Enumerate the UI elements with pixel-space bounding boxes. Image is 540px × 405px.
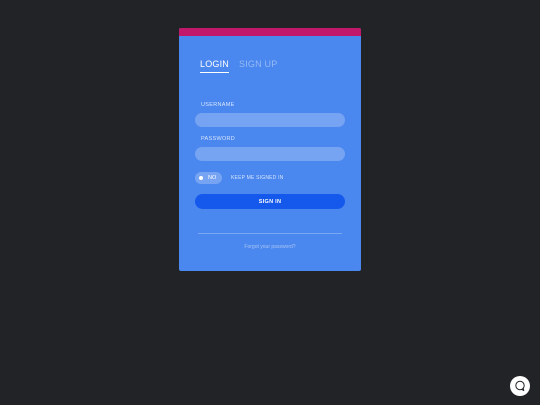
username-label: USERNAME (201, 102, 235, 108)
username-field[interactable] (195, 113, 345, 127)
chat-icon (515, 380, 525, 392)
card-top-bar (179, 28, 361, 36)
tab-signup[interactable]: SIGN UP (239, 59, 277, 73)
auth-tabs: LOGIN SIGN UP (200, 59, 277, 73)
password-label: PASSWORD (201, 136, 236, 142)
toggle-state-label: NO (208, 175, 217, 181)
keep-signed-in-label: KEEP ME SIGNED IN (231, 175, 284, 181)
sign-in-button[interactable]: SIGN IN (195, 194, 345, 209)
forgot-password-link[interactable]: Forgot your password? (179, 244, 361, 250)
login-card: LOGIN SIGN UP USERNAME PASSWORD NO KEEP … (179, 28, 361, 271)
password-field[interactable] (195, 147, 345, 161)
keep-signed-in-toggle[interactable]: NO (195, 172, 222, 184)
chat-button[interactable] (510, 376, 530, 396)
tab-login[interactable]: LOGIN (200, 59, 230, 73)
toggle-knob (199, 176, 203, 180)
divider (198, 233, 342, 234)
